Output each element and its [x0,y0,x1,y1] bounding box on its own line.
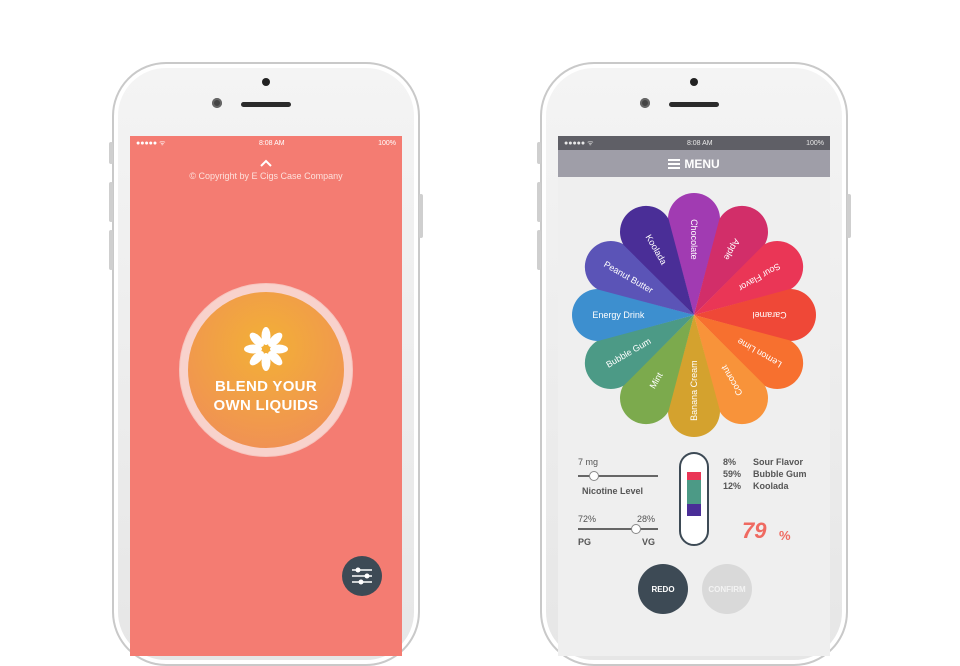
flavor-label: Caramel [753,310,787,320]
blend-flavor: Sour Flavor [753,457,804,467]
fill-percent-sign: % [779,528,791,543]
volume-down-button [109,230,113,270]
left-screen: ●●●●● ᯤ 8:08 AM 100% © Copyright by E Ci… [130,136,402,656]
left-phone-frame: ●●●●● ᯤ 8:08 AM 100% © Copyright by E Ci… [109,62,423,666]
blend-button-ring[interactable]: BLEND YOUR OWN LIQUIDS [180,284,352,456]
nicotine-level-label: Nicotine Level [582,486,644,496]
hamburger-icon [668,158,681,169]
status-bar: ●●●●● ᯤ 8:08 AM 100% [130,136,402,150]
blend-row-2: 59% Bubble Gum [723,469,807,479]
front-camera [212,98,222,108]
flavor-label: Chocolate [689,219,699,260]
pg-vg-slider-track[interactable] [578,528,658,530]
blend-flavor: Bubble Gum [753,469,807,479]
blend-title-line2: OWN LIQUIDS [213,397,319,414]
vg-value: 28% [637,514,656,524]
pg-value: 72% [578,514,597,524]
chevron-up-icon[interactable] [130,156,402,170]
blend-title-line1: BLEND YOUR [215,378,317,395]
blend-flavor: Koolada [753,481,789,491]
blend-percent: 8% [723,457,737,467]
nicotine-slider-knob[interactable] [589,471,599,481]
status-time: 8:08 AM [686,139,713,147]
status-time: 8:08 AM [258,139,285,147]
front-camera [640,98,650,108]
power-button [847,194,851,238]
proximity-sensor [690,78,698,86]
battery-indicator: 100% [378,139,396,147]
blend-row-3: 12% Koolada [723,481,789,491]
blend-your-own-button[interactable]: BLEND YOUR OWN LIQUIDS [188,292,344,448]
nicotine-value: 7 mg [578,457,599,467]
earpiece [241,102,291,107]
fill-percent-value: 79 [742,518,767,543]
mute-switch [109,142,113,164]
tube-fill-sour-flavor [687,472,701,480]
settings-button[interactable] [342,556,382,596]
menu-bar[interactable]: MENU [558,150,830,177]
right-screen: ●●●●● ᯤ 8:08 AM 100% MENU Chocolate Apple… [558,136,830,656]
menu-label: MENU [684,156,720,171]
earpiece [669,102,719,107]
vg-label: VG [642,537,656,547]
sliders-icon [352,567,372,585]
power-button [419,194,423,238]
right-phone-frame: ●●●●● ᯤ 8:08 AM 100% MENU Chocolate Apple… [537,62,851,666]
volume-down-button [537,230,541,270]
redo-button[interactable]: REDO [638,564,688,614]
pg-vg-slider-knob[interactable] [630,524,641,534]
battery-indicator: 100% [806,139,824,147]
proximity-sensor [262,78,270,86]
blend-row-1: 8% Sour Flavor [723,457,803,467]
tube-fill-koolada [687,504,701,516]
flavor-wheel: Chocolate AppleSour FlavorCaramelLemon Li… [572,193,816,437]
blend-percent: 12% [723,481,742,491]
status-bar: ●●●●● ᯤ 8:08 AM 100% [558,136,830,150]
signal-indicator: ●●●●● ᯤ [564,139,594,147]
blend-percent: 59% [723,469,742,479]
confirm-button[interactable]: CONFIRM [702,564,752,614]
pg-label: PG [578,537,592,547]
mute-switch [537,142,541,164]
volume-up-button [537,182,541,222]
tube-fill-bubble-gum [687,480,701,504]
flavor-label: Banana Cream [689,360,699,421]
flavor-label: Energy Drink [592,310,645,320]
asterisk-flower-icon [244,327,288,371]
volume-up-button [109,182,113,222]
signal-indicator: ●●●●● ᯤ [136,139,166,147]
copyright-text: © Copyright by E Cigs Case Company [189,171,343,181]
blend-tube [679,452,709,546]
blend-title: BLEND YOUR OWN LIQUIDS [214,377,319,415]
